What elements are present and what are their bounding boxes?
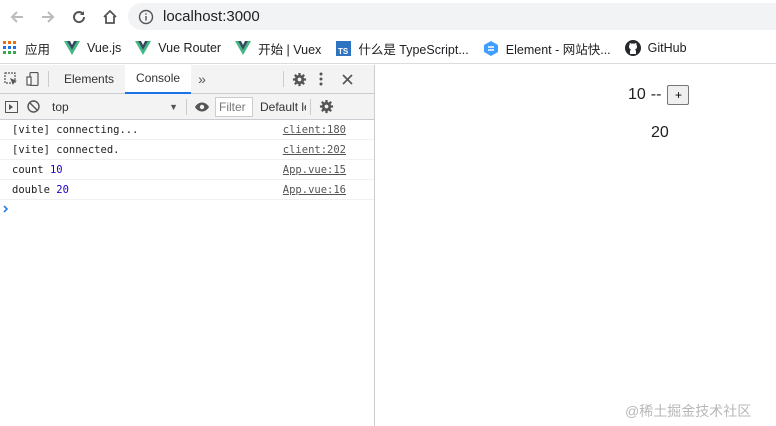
vue-logo-icon bbox=[235, 40, 252, 56]
browser-toolbar: localhost:3000 bbox=[0, 0, 776, 33]
console-filter-input[interactable]: Filter bbox=[215, 96, 253, 117]
bookmark-github[interactable]: GitHub bbox=[624, 36, 687, 60]
toolbar-divider bbox=[283, 71, 285, 87]
vue-logo-icon bbox=[64, 40, 81, 56]
vue-logo-icon bbox=[135, 40, 152, 56]
svg-text:TS: TS bbox=[338, 47, 349, 56]
console-log-row: [vite] connected. client:202 bbox=[0, 140, 374, 160]
prompt-chevron-icon bbox=[3, 205, 9, 213]
bookmark-label: GitHub bbox=[647, 41, 687, 55]
reload-icon bbox=[73, 10, 86, 23]
console-log-row: [vite] connecting... client:180 bbox=[0, 120, 374, 140]
tab-elements[interactable]: Elements bbox=[53, 65, 125, 94]
log-source-link[interactable]: client:180 bbox=[283, 124, 346, 136]
home-icon bbox=[103, 9, 117, 24]
toolbar-divider bbox=[186, 98, 187, 115]
devtools-tab-bar: Elements Console » bbox=[0, 64, 374, 94]
counter-row: 10 -- + bbox=[628, 85, 690, 105]
settings-gear-icon[interactable] bbox=[288, 68, 310, 90]
bookmark-apps[interactable]: 应用 bbox=[2, 36, 50, 60]
bookmark-label: Vue.js bbox=[87, 41, 122, 55]
devtools-panel: Elements Console » top ▼ Filter Default … bbox=[0, 64, 375, 426]
kebab-menu-icon[interactable] bbox=[310, 68, 332, 90]
sidebar-toggle-icon[interactable] bbox=[0, 96, 22, 118]
bookmark-label: Vue Router bbox=[158, 41, 222, 55]
double-value: 20 bbox=[651, 124, 669, 141]
log-source-link[interactable]: App.vue:16 bbox=[283, 184, 346, 196]
log-label: double bbox=[12, 183, 50, 196]
inspect-element-icon[interactable] bbox=[0, 68, 22, 90]
log-source-link[interactable]: client:202 bbox=[283, 144, 346, 156]
console-log-row: double 20 App.vue:16 bbox=[0, 180, 374, 200]
watermark: @稀土掘金技术社区 bbox=[625, 403, 752, 419]
bookmark-vuex[interactable]: 开始 | Vuex bbox=[235, 36, 321, 60]
log-number: 20 bbox=[56, 183, 69, 196]
log-message: [vite] connecting... bbox=[12, 123, 139, 136]
dropdown-arrow-icon: ▼ bbox=[169, 101, 178, 112]
log-label: count bbox=[12, 163, 44, 176]
bookmark-element[interactable]: Element - 网站快... bbox=[483, 36, 611, 60]
log-message: double 20 bbox=[12, 184, 69, 196]
increment-button[interactable]: + bbox=[667, 85, 690, 105]
typescript-logo-icon: TS bbox=[335, 40, 351, 56]
bookmark-label: Element - 网站快... bbox=[505, 42, 611, 57]
tab-console[interactable]: Console bbox=[125, 64, 192, 94]
toolbar-divider bbox=[310, 98, 311, 115]
count-value: 10 bbox=[628, 86, 646, 103]
page-viewport: 10 -- + 20 @稀土掘金技术社区 bbox=[376, 65, 776, 426]
count-separator: -- bbox=[650, 86, 662, 103]
bookmarks-bar: 应用 Vue.js Vue Router 开始 | Vuex TS 什么是 Ty… bbox=[0, 33, 776, 64]
bookmark-typescript[interactable]: TS 什么是 TypeScript... bbox=[335, 36, 469, 60]
console-output: [vite] connecting... client:180 [vite] c… bbox=[0, 120, 374, 218]
bookmark-label: 什么是 TypeScript... bbox=[358, 42, 469, 57]
bookmark-label: 应用 bbox=[25, 42, 51, 57]
context-select[interactable]: top ▼ bbox=[48, 98, 182, 116]
url-text: localhost:3000 bbox=[163, 8, 260, 25]
bookmark-vue-router[interactable]: Vue Router bbox=[135, 36, 221, 60]
github-logo-icon bbox=[624, 40, 641, 56]
device-toolbar-icon[interactable] bbox=[22, 68, 44, 90]
log-message: count 10 bbox=[12, 164, 63, 176]
bookmark-label: 开始 | Vuex bbox=[258, 42, 322, 57]
console-filter-bar: top ▼ Filter Default levels bbox=[0, 94, 374, 120]
element-logo-icon bbox=[483, 40, 499, 56]
log-source-link[interactable]: App.vue:15 bbox=[283, 164, 346, 176]
toolbar-divider bbox=[48, 71, 49, 87]
forward-arrow-icon bbox=[42, 10, 55, 23]
console-log-row: count 10 App.vue:15 bbox=[0, 160, 374, 180]
log-levels-dropdown[interactable]: Default levels bbox=[260, 100, 306, 114]
info-icon[interactable] bbox=[138, 9, 154, 25]
more-tabs-icon[interactable]: » bbox=[191, 68, 213, 90]
reload-button[interactable] bbox=[65, 3, 93, 31]
clear-console-icon[interactable] bbox=[22, 96, 44, 118]
log-message: [vite] connected. bbox=[12, 143, 120, 156]
back-arrow-icon bbox=[10, 10, 23, 23]
home-button[interactable] bbox=[96, 3, 124, 31]
live-expression-eye-icon[interactable] bbox=[191, 96, 213, 118]
bookmark-vuejs[interactable]: Vue.js bbox=[64, 36, 121, 60]
close-devtools-icon[interactable] bbox=[336, 68, 358, 90]
forward-button[interactable] bbox=[34, 3, 62, 31]
apps-grid-icon bbox=[2, 40, 18, 56]
console-settings-gear-icon[interactable] bbox=[315, 96, 337, 118]
log-number: 10 bbox=[49, 163, 63, 176]
address-bar[interactable]: localhost:3000 bbox=[128, 3, 776, 30]
back-button[interactable] bbox=[3, 3, 31, 31]
console-prompt[interactable] bbox=[0, 200, 374, 218]
context-value: top bbox=[52, 99, 69, 114]
